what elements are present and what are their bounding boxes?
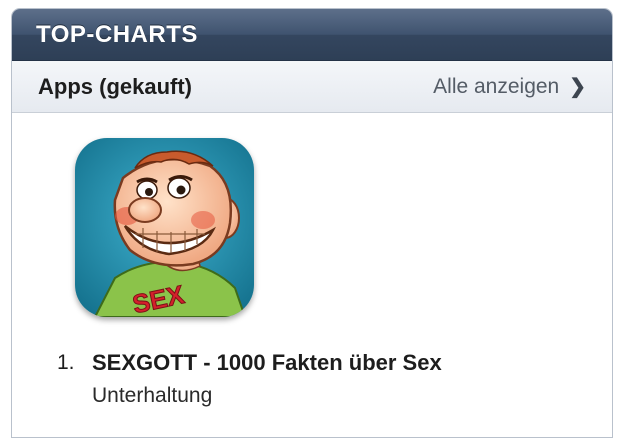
app-icon[interactable]: SEX	[75, 138, 254, 317]
section-title: Apps (gekauft)	[38, 73, 192, 99]
chevron-right-icon: ❯	[569, 76, 586, 98]
app-name[interactable]: SEXGOTT - 1000 Fakten über Sex	[92, 350, 442, 376]
top-charts-panel: TOP-CHARTS Apps (gekauft) Alle anzeigen …	[11, 8, 613, 438]
panel-header: TOP-CHARTS	[12, 9, 612, 61]
see-all-label: Alle anzeigen	[433, 74, 560, 98]
app-category: Unterhaltung	[92, 384, 213, 407]
cartoon-man-icon: SEX	[75, 138, 254, 317]
app-rank: 1.	[57, 351, 75, 374]
see-all-link[interactable]: Alle anzeigen ❯	[433, 74, 586, 99]
section-bar: Apps (gekauft) Alle anzeigen ❯	[12, 61, 612, 113]
app-item[interactable]: SEX 1. SEXGOTT - 1000 Fakten über Sex Un…	[12, 113, 572, 433]
panel-title: TOP-CHARTS	[36, 20, 198, 48]
chart-list: SEX 1. SEXGOTT - 1000 Fakten über Sex Un…	[12, 113, 612, 437]
